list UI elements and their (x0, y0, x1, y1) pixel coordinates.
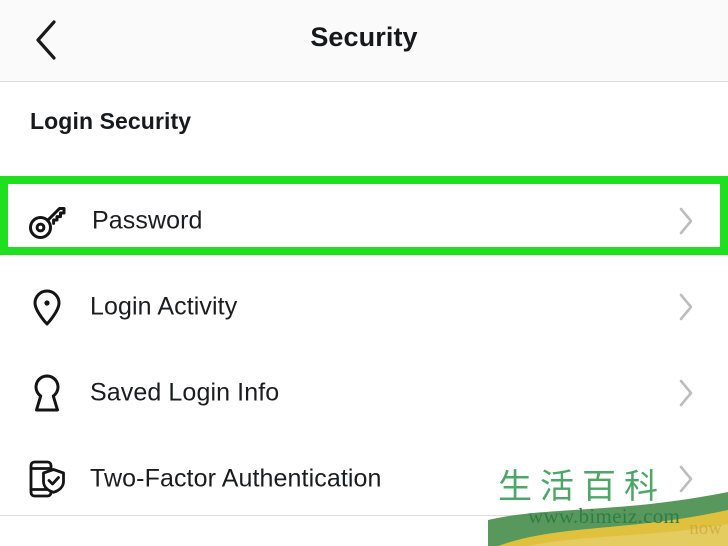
navigation-bar: Security (0, 0, 728, 82)
list-item-label: Login Activity (90, 292, 238, 321)
list-item-password[interactable]: Password (0, 178, 728, 264)
keyhole-icon (24, 370, 70, 416)
phone-screen: Security Login Security Password Login A… (0, 0, 728, 546)
location-pin-icon (24, 284, 70, 330)
list-item-saved-login-info[interactable]: Saved Login Info (0, 350, 728, 436)
list-item-login-activity[interactable]: Login Activity (0, 264, 728, 350)
page-title: Security (310, 22, 418, 52)
list-item-two-factor-authentication[interactable]: Two-Factor Authentication (0, 436, 728, 522)
chevron-right-icon (676, 205, 696, 237)
chevron-right-icon (676, 377, 696, 409)
chevron-right-icon (676, 291, 696, 323)
settings-list: Password Login Activity Saved Login Info… (0, 178, 728, 522)
section-title-login-security: Login Security (30, 108, 192, 134)
list-item-label: Two-Factor Authentication (90, 464, 382, 493)
key-icon (24, 198, 70, 244)
list-item-label: Saved Login Info (90, 378, 280, 407)
list-item-label: Password (92, 206, 203, 235)
list-bottom-divider (0, 515, 728, 516)
chevron-right-icon (676, 463, 696, 495)
phone-shield-check-icon (24, 456, 70, 502)
